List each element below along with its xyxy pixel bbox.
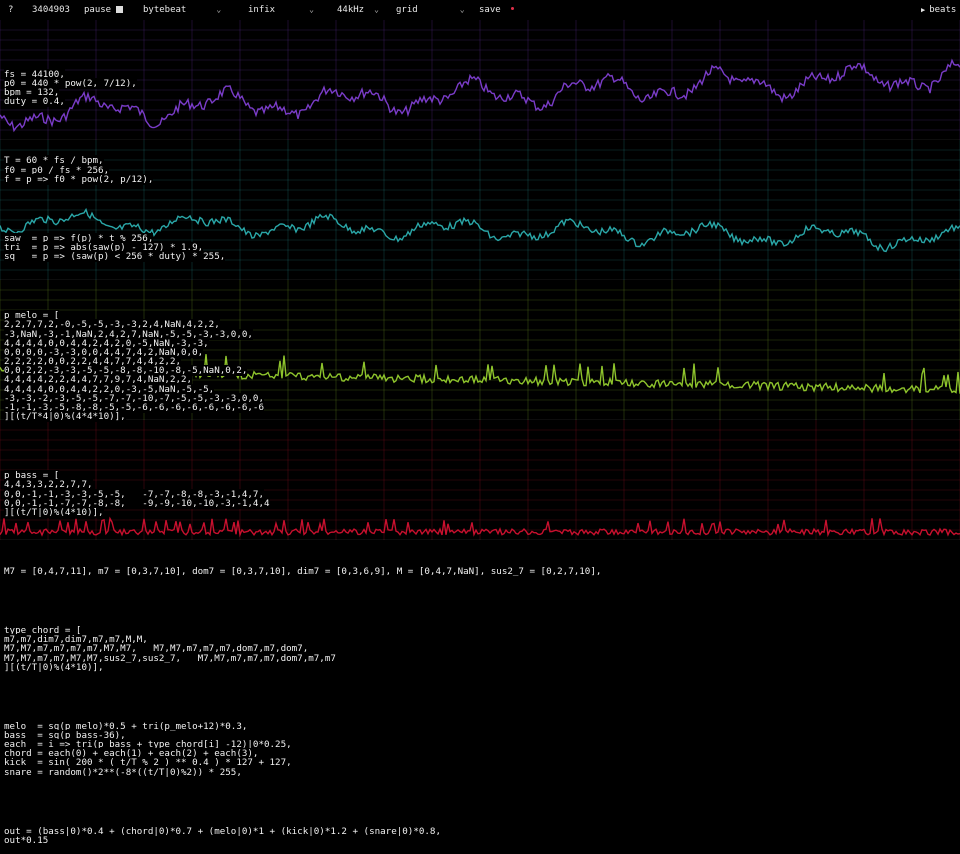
code-text: sq = p => (saw(p) < 256 * duty) * 255, [4,251,226,263]
save-button[interactable]: save [479,0,514,20]
code-line: 0,0,-1,-1,-7,-7,-8,-8, -9,-9,-10,-10,-3,… [4,497,944,509]
view-value: grid [396,5,418,15]
pause-button[interactable]: pause [84,0,124,20]
code-line: melo = sq(p_melo)*0.5 + tri(p_melo+12)*0… [4,720,944,732]
code-block: T = 60 * fs / bpm, f0 = p0 / fs * 256, f =… [4,155,944,185]
mode-select[interactable]: bytebeat ⌄ [143,0,221,20]
code-text: ][(t/T|0)%(4*10)], [4,661,104,673]
code-line: out*0.15 [4,834,944,846]
code-line: ][(t/T|0)%(4*10)], [4,661,944,673]
code-line: fs = 44100, [4,68,944,80]
code-block: melo = sq(p_melo)*0.5 + tri(p_melo+12)*0… [4,720,944,778]
chevron-down-icon: ⌄ [309,5,314,14]
code-line: f = p => f0 * pow(2, p/12), [4,173,944,185]
code-block: out = (bass|0)*0.4 + (chord|0)*0.7 + (me… [4,825,944,846]
code-block: p_bass = [4,4,3,3,2,2,7,7, 0,0,-1,-1,-3,-… [4,470,944,518]
code-block: saw = p => f(p) * t % 256, tri = p => abs… [4,232,944,263]
syntax-select[interactable]: infix ⌄ [248,0,314,20]
code-line: ][(t/T*4|0)%(4*4*10)], [4,411,944,423]
rate-value: 44kHz [337,5,365,15]
time-value: 3404903 [32,5,70,15]
code-block: M7 = [0,4,7,11], m7 = [0,3,7,10], dom7 =… [4,565,944,577]
code-line: snare = random()*2**(-8*((t/T|0)%2)) * 2… [4,766,944,778]
record-dot-icon [510,7,514,10]
stop-square-icon [116,6,124,13]
syntax-value: infix [248,5,276,15]
beats-toggle[interactable]: ▶ beats [921,0,956,20]
code-text: f = p => f0 * pow(2, p/12), [4,173,154,185]
code-line: sq = p => (saw(p) < 256 * duty) * 255, [4,251,944,263]
code-text: snare = random()*2**(-8*((t/T|0)%2)) * 2… [4,766,242,778]
chevron-down-icon: ⌄ [216,5,222,14]
help-label: ? [8,5,14,15]
save-label: save [479,5,501,15]
time-counter[interactable]: 3404903 [32,0,70,20]
beats-label: beats [929,5,957,15]
code-line: p0 = 440 * pow(2, 7/12), [4,78,944,89]
code-line: T = 60 * fs / bpm, [4,155,944,167]
code-text: ][(t/T|0)%(4*10)], [4,506,104,518]
rate-select[interactable]: 44kHz ⌄ [337,0,379,20]
code-line: -1,-1,-3,-5,-8,-8,-5,-5,-6,-6,-6,-6,-6,-… [4,402,944,413]
code-text: out*0.15 [4,834,49,846]
code-text: ][(t/T*4|0)%(4*4*10)], [4,411,126,423]
mode-value: bytebeat [143,5,187,15]
help-button[interactable]: ? [8,0,13,20]
code-line: M7,M7,m7,m7,M7,M7,sus2_7,sus2_7, M7,M7,m… [4,652,944,664]
code-block: type_chord = [m7,m7,dim7,dim7,m7,m7,M,M,… [4,624,944,673]
code-editor[interactable]: fs = 44100, p0 = 440 * pow(2, 7/12), bpm =… [4,20,944,846]
chevron-down-icon: ⌄ [374,5,379,14]
code-line: duty = 0.4, [4,96,944,108]
code-text: out = (bass|0)*0.4 + (chord|0)*0.7 + (me… [4,825,441,837]
code-text: duty = 0.4, [4,96,65,108]
code-line: p_bass = [ [4,470,944,482]
code-line: out = (bass|0)*0.4 + (chord|0)*0.7 + (me… [4,825,944,837]
code-text: M7 = [0,4,7,11], m7 = [0,3,7,10], dom7 =… [4,565,602,577]
code-block: p_melo = [2,2,7,7,2,-0,-5,-5,-3,-3,2,4,N… [4,310,944,423]
code-block: fs = 44100, p0 = 440 * pow(2, 7/12), bpm =… [4,68,944,108]
code-line: bpm = 132, [4,87,944,99]
play-triangle-icon: ▶ [921,6,926,14]
toolbar: ? 3404903 pause bytebeat ⌄ infix ⌄ 44kHz ⌄ … [0,0,960,20]
chevron-down-icon: ⌄ [459,5,465,14]
code-line: M7 = [0,4,7,11], m7 = [0,3,7,10], dom7 =… [4,565,944,577]
pause-label: pause [84,5,112,15]
view-select[interactable]: grid ⌄ [396,0,465,20]
code-line: ][(t/T|0)%(4*10)], [4,506,944,518]
